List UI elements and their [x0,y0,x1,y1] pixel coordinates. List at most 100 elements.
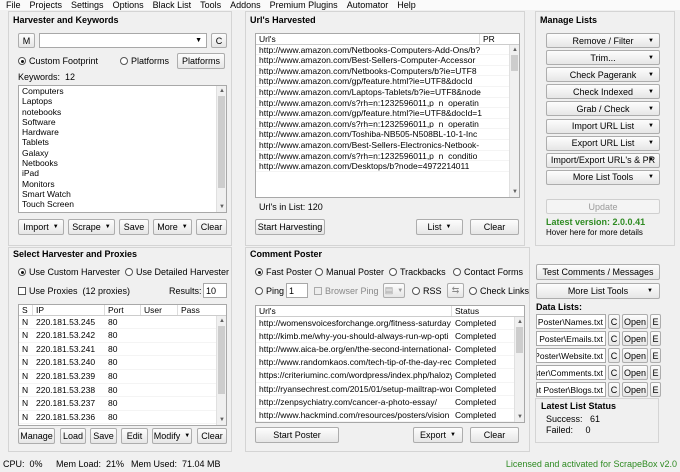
scroll-down-icon[interactable]: ▼ [217,415,226,425]
save-keywords-button[interactable]: Save [119,219,149,235]
manage-list-button[interactable]: Trim... ▼ [546,50,660,66]
edit-proxies-button[interactable]: Edit [121,428,148,444]
data-list-open-button[interactable]: Open [622,331,648,346]
data-list-open-button[interactable]: Open [622,314,648,329]
table-row[interactable]: http://www.hackmind.com/resources/poster… [256,409,524,422]
platforms-radio[interactable]: Platforms [120,56,169,66]
menu-item[interactable]: Automator [347,0,389,10]
table-row[interactable]: N 220.181.53.240 80 [19,356,226,370]
data-list-c-button[interactable]: C [608,314,620,329]
clear-urls-button[interactable]: Clear [470,219,519,235]
scroll-thumb[interactable] [516,327,523,353]
data-list-e-button[interactable]: E [650,348,661,363]
scroll-down-icon[interactable]: ▼ [515,412,524,422]
menu-item[interactable]: Help [397,0,416,10]
use-custom-harvester-radio[interactable]: Use Custom Harvester [18,267,120,277]
start-harvesting-button[interactable]: Start Harvesting [255,219,325,235]
ping-radio[interactable]: Ping [255,286,284,296]
menu-item[interactable]: Projects [30,0,63,10]
table-row[interactable]: N 220.181.53.242 80 [19,329,226,343]
manage-list-button[interactable]: Import URL List ▼ [546,118,660,134]
table-row[interactable]: http://www.amazon.com/gp/feature.html?ie… [256,108,519,119]
keyword-item[interactable]: iPad [19,168,226,178]
table-row[interactable]: http://www.amazon.com/Toshiba-NB505-N508… [256,129,519,140]
manage-list-button[interactable]: Check Pagerank ▼ [546,67,660,83]
table-row[interactable]: http://www.amazon.com/s?rh=n:1232596011,… [256,119,519,130]
browser-ping-options-button[interactable]: ▤ ▼ [383,283,405,298]
col-s-header[interactable]: S [19,305,33,315]
manage-list-button[interactable]: Remove / Filter ▼ [546,33,660,48]
keyword-item[interactable]: Galaxy [19,148,226,158]
data-list-c-button[interactable]: C [608,331,620,346]
data-list-file-field[interactable]: Poster\Website.txt [536,348,606,363]
load-proxies-button[interactable]: Load [60,428,86,444]
keyword-item[interactable]: Software [19,117,226,127]
col-status-header[interactable]: Status [452,306,512,316]
scroll-thumb[interactable] [218,96,225,188]
check-links-radio[interactable]: Check Links [469,286,529,296]
data-list-e-button[interactable]: E [650,314,661,329]
keyword-item[interactable]: Netbooks [19,158,226,168]
table-row[interactable]: http://www.amazon.com/Laptops-Tablets/b?… [256,87,519,98]
update-button[interactable]: Update [546,199,660,214]
table-row[interactable]: http://womensvoicesforchange.org/fitness… [256,317,524,330]
keywords-list[interactable]: Computers Laptops notebooks Software Hardwar… [18,85,227,213]
fast-poster-radio[interactable]: Fast Poster [255,267,312,277]
menu-item[interactable]: Black List [153,0,192,10]
footprint-select[interactable]: ▼ [39,33,207,48]
table-row[interactable]: http://www.randomkaos.com/tech-tip-of-th… [256,356,524,370]
data-list-open-button[interactable]: Open [622,382,648,397]
clear-proxies-button[interactable]: Clear [197,428,227,444]
m-button[interactable]: M [18,33,35,48]
manual-poster-radio[interactable]: Manual Poster [315,267,384,277]
table-row[interactable]: http://www.amazon.com/s?rh=n:1232596011,… [256,98,519,109]
manage-list-button[interactable]: Import/Export URL's & PR ▼ [546,152,660,168]
table-row[interactable]: http://www.amazon.com/Netbooks-Computers… [256,66,519,77]
list-button[interactable]: List ▼ [416,219,463,235]
scroll-up-icon[interactable]: ▲ [510,45,519,55]
table-row[interactable]: N 220.181.53.239 80 [19,370,226,384]
table-row[interactable]: http://www.amazon.com/Best-Sellers-Compu… [256,55,519,66]
menu-item[interactable]: File [6,0,21,10]
contact-forms-radio[interactable]: Contact Forms [453,267,523,277]
clear-keywords-button[interactable]: Clear [196,219,227,235]
harvested-urls-table[interactable]: Url's PR http://www.amazon.com/Netbooks-… [255,33,520,198]
table-row[interactable]: http://www.amazon.com/Netbooks-Computers… [256,45,519,56]
poster-scrollbar[interactable]: ▲ ▼ [514,317,524,422]
keyword-item[interactable]: Touch Screen [19,199,226,209]
table-row[interactable]: http://www.amazon.com/s?rh=n:1232596011,… [256,151,519,162]
manage-list-button[interactable]: Grab / Check ▼ [546,101,660,117]
manage-proxies-button[interactable]: Manage [18,428,55,444]
table-row[interactable]: http://www.aica-be.org/en/the-second-int… [256,343,524,357]
platforms-button[interactable]: Platforms [177,53,225,69]
use-detailed-harvester-radio[interactable]: Use Detailed Harvester [125,267,229,277]
data-list-e-button[interactable]: E [650,382,661,397]
menu-item[interactable]: Premium Plugins [270,0,338,10]
col-urls-header[interactable]: Url's [256,34,480,44]
table-row[interactable]: http://kimb.me/why-you-should-always-run… [256,330,524,343]
menu-item[interactable]: Options [113,0,144,10]
table-row[interactable]: http://www.amazon.com/gp/feature.html?ie… [256,76,519,87]
scroll-down-icon[interactable]: ▼ [510,187,519,197]
keywords-scrollbar[interactable]: ▲ ▼ [216,86,226,212]
manage-list-button[interactable]: Check Indexed ▼ [546,84,660,100]
data-list-c-button[interactable]: C [608,365,620,380]
keyword-item[interactable]: Laptops [19,96,226,106]
scrape-button[interactable]: Scrape ▼ [68,219,115,235]
keyword-item[interactable]: Hardware [19,127,226,137]
urls-scrollbar[interactable]: ▲ ▼ [509,45,519,197]
keyword-item[interactable]: Tablets [19,137,226,147]
proxies-scrollbar[interactable]: ▲ ▼ [216,316,226,425]
scroll-up-icon[interactable]: ▲ [515,317,524,327]
table-row[interactable]: N 220.181.53.241 80 [19,343,226,357]
keyword-item[interactable]: Monitors [19,179,226,189]
col-user-header[interactable]: User [141,305,178,315]
more-button[interactable]: More ▼ [153,219,192,235]
ping-input[interactable]: 1 [286,283,308,298]
custom-footprint-radio[interactable]: Custom Footprint [18,56,98,66]
manage-list-button[interactable]: Export URL List ▼ [546,135,660,151]
modify-proxies-button[interactable]: Modify ▼ [152,428,192,444]
data-list-file-field[interactable]: nt Poster\Blogs.txt [536,382,606,397]
start-poster-button[interactable]: Start Poster [255,427,339,443]
scroll-down-icon[interactable]: ▼ [217,202,226,212]
